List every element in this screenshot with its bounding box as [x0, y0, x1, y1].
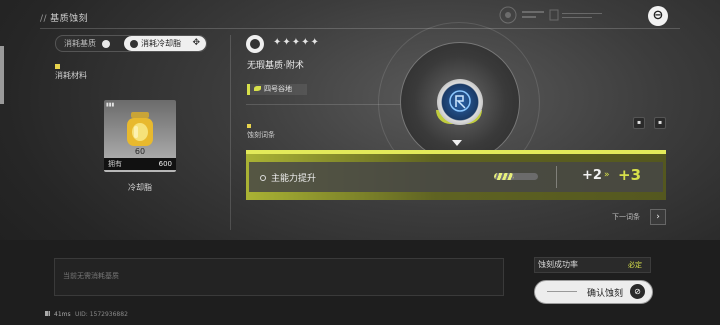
decoration-graphic	[499, 6, 602, 24]
lock-icon[interactable]: ▪	[654, 117, 666, 129]
item-value: 60	[134, 147, 146, 156]
toggle-option-matrix-label: 消耗基质	[64, 39, 96, 48]
location-badge: 四号谷地	[247, 84, 307, 95]
attribute-next-value: +3	[618, 166, 642, 184]
toggle-option-coolant-label: 消耗冷却脂	[141, 39, 181, 48]
section-marker	[55, 64, 60, 69]
coolant-flask-icon	[127, 112, 153, 146]
attribute-progress-bar	[494, 173, 538, 180]
confirm-decoration-line	[547, 291, 577, 292]
owned-count: 600	[158, 160, 172, 168]
attribute-name: 主能力提升	[271, 174, 317, 184]
next-entry-label[interactable]: 下一词条	[612, 212, 640, 222]
confirm-icon: ⊘	[630, 284, 645, 299]
attribute-progress-fill	[494, 173, 514, 180]
title-slash: //	[40, 14, 48, 24]
close-button[interactable]: ⊖	[648, 6, 668, 26]
ping-value: 41ms	[54, 311, 71, 318]
left-edge-handle[interactable]	[0, 46, 4, 104]
page-title: //基质蚀刻	[40, 11, 88, 24]
success-rate-label: 蚀刻成功率	[538, 260, 578, 269]
header-divider	[40, 28, 680, 29]
matrix-subtitle: 无瑕基质·附术	[247, 61, 304, 71]
confirm-etch-label: 确认蚀刻	[587, 289, 624, 299]
chevron-right-icon: ›	[656, 212, 660, 222]
toggle-option-coolant[interactable]: 消耗冷却脂 ✥	[124, 36, 206, 51]
etch-entry-label: 蚀刻词条	[247, 131, 275, 139]
material-toggle[interactable]: 消耗基质 消耗冷却脂 ✥	[55, 35, 207, 52]
selection-arrow-icon	[452, 140, 462, 146]
header-decoration	[496, 4, 606, 26]
toggle-dot-icon	[102, 39, 110, 48]
ping-indicator: 41ms	[45, 311, 71, 318]
trash-icon[interactable]: ▪	[633, 117, 645, 129]
owned-label: 拥有	[108, 160, 122, 168]
confirm-etch-button[interactable]: 确认蚀刻 ⊘	[534, 280, 653, 304]
coolant-icon	[130, 39, 138, 48]
faction-logo	[246, 35, 264, 53]
user-id: UID: 1572936882	[75, 311, 128, 318]
section-marker-2	[247, 124, 251, 128]
matrix-consumption-box	[54, 258, 504, 296]
next-entry-button[interactable]: ›	[650, 209, 666, 225]
attribute-bullet-icon	[260, 175, 266, 181]
success-rate-value: 必定	[628, 261, 642, 269]
close-icon: ⊖	[652, 8, 664, 23]
matrix-consumption-note: 当前无需消耗基质	[63, 272, 119, 280]
panel-divider	[230, 35, 231, 230]
attribute-row-highlight	[246, 150, 666, 154]
toggle-option-matrix[interactable]: 消耗基质	[56, 36, 126, 51]
signal-icon	[45, 311, 52, 316]
toggle-plus-icon[interactable]: ✥	[192, 36, 200, 51]
item-owned-bar: 拥有 600	[104, 158, 176, 170]
attribute-separator	[556, 166, 557, 188]
rarity-stars: ✦✦✦✦✦	[273, 37, 320, 48]
item-rarity-tag: ▮▮▮	[106, 102, 115, 108]
item-name: 冷却脂	[128, 183, 152, 192]
attribute-current-value: +2	[582, 168, 602, 183]
title-text: 基质蚀刻	[50, 14, 89, 24]
attribute-arrow-icon: »	[604, 170, 610, 180]
leaf-icon	[254, 86, 261, 91]
matrix-orb	[437, 79, 483, 125]
logo-inner	[250, 39, 260, 49]
location-label: 四号谷地	[264, 85, 292, 93]
orb-rune-icon	[449, 90, 471, 112]
materials-label: 消耗材料	[55, 71, 87, 80]
